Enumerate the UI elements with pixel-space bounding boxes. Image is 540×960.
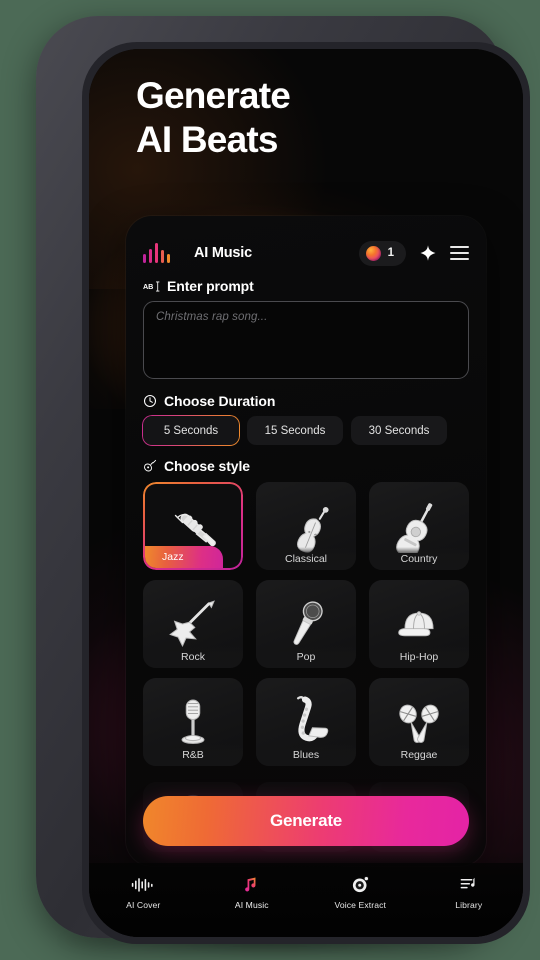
waveform-icon <box>131 875 155 894</box>
clock-icon <box>143 394 157 408</box>
generate-button-wrap: Generate <box>143 796 469 846</box>
header-actions: 1 <box>358 240 469 266</box>
nav-item-library-label: Library <box>455 900 483 910</box>
hero-line-1: Generate <box>136 75 291 116</box>
style-tile-country-label: Country <box>369 547 469 570</box>
style-tile-rnb-label: R&B <box>143 743 243 766</box>
style-section-label: Choose style <box>143 458 250 474</box>
text-cursor-icon: AB <box>143 280 160 293</box>
credits-badge[interactable]: 1 <box>358 240 406 266</box>
style-tile-classical-label: Classical <box>256 547 356 570</box>
duration-options: 5 Seconds 15 Seconds 30 Seconds <box>143 416 447 445</box>
nav-item-ai-music-label: AI Music <box>234 900 269 910</box>
style-tile-rnb[interactable]: R&B <box>143 678 243 766</box>
style-tile-rock-label: Rock <box>143 645 243 668</box>
hero-line-2: AI Beats <box>136 119 278 160</box>
nav-item-voice-extract-label: Voice Extract <box>334 900 386 910</box>
duration-option-5s[interactable]: 5 Seconds <box>143 416 239 445</box>
style-tile-hip-hop[interactable]: Hip-Hop <box>369 580 469 668</box>
hamburger-menu-icon[interactable] <box>450 246 469 260</box>
sparkle-icon[interactable] <box>419 244 437 262</box>
nav-item-ai-cover-label: AI Cover <box>126 900 161 910</box>
style-tile-country[interactable]: Country <box>369 482 469 570</box>
bottom-navigation: AI Cover AI Music Voice Extract Library <box>89 863 523 937</box>
style-tile-jazz-label: Jazz <box>145 546 223 568</box>
nav-item-ai-cover[interactable]: AI Cover <box>89 875 198 910</box>
style-tile-jazz[interactable]: Jazz <box>143 482 243 570</box>
style-tile-hip-hop-label: Hip-Hop <box>369 645 469 668</box>
style-tile-blues-label: Blues <box>256 743 356 766</box>
style-tile-reggae[interactable]: Reggae <box>369 678 469 766</box>
page-title: Generate AI Beats <box>136 74 476 162</box>
generate-button[interactable]: Generate <box>143 796 469 846</box>
svg-text:AB: AB <box>143 282 153 291</box>
nav-item-voice-extract[interactable]: Voice Extract <box>306 875 415 910</box>
music-note-icon <box>242 875 261 894</box>
style-tile-classical[interactable]: Classical <box>256 482 356 570</box>
duration-option-15s-label: 15 Seconds <box>264 424 326 437</box>
guitar-icon <box>143 459 157 473</box>
duration-option-30s[interactable]: 30 Seconds <box>351 416 447 445</box>
hero-heading: Generate AI Beats <box>136 74 476 162</box>
style-tile-reggae-label: Reggae <box>369 743 469 766</box>
prompt-placeholder: Christmas rap song... <box>156 311 268 323</box>
app-title: AI Music <box>193 245 252 261</box>
duration-section-label: Choose Duration <box>143 393 275 409</box>
style-tile-pop[interactable]: Pop <box>256 580 356 668</box>
nav-item-ai-music[interactable]: AI Music <box>198 875 307 910</box>
style-tile-rock[interactable]: Rock <box>143 580 243 668</box>
playlist-icon <box>459 875 478 894</box>
duration-option-15s[interactable]: 15 Seconds <box>247 416 343 445</box>
app-card: AI Music 1 AB Enter prompt Christmas rap… <box>126 216 486 866</box>
prompt-input[interactable]: Christmas rap song... <box>143 301 469 379</box>
app-header: AI Music 1 <box>143 236 469 270</box>
style-tile-blues[interactable]: Blues <box>256 678 356 766</box>
nav-item-library[interactable]: Library <box>415 875 524 910</box>
duration-label-text: Choose Duration <box>164 393 276 409</box>
screenshot-stage: Generate AI Beats AI Music 1 AB Enter pr… <box>0 0 540 960</box>
style-grid: Jazz Classical Country Rock Pop Hip-Hop … <box>143 482 469 766</box>
style-label-text: Choose style <box>164 458 250 474</box>
waveform-logo-icon <box>143 243 170 263</box>
phone-screen: Generate AI Beats AI Music 1 AB Enter pr… <box>89 49 523 937</box>
style-tile-pop-label: Pop <box>256 645 356 668</box>
duration-option-30s-label: 30 Seconds <box>368 424 430 437</box>
coin-icon <box>365 245 381 261</box>
duration-option-5s-label: 5 Seconds <box>163 424 219 437</box>
phone-frame: Generate AI Beats AI Music 1 AB Enter pr… <box>36 16 530 944</box>
credits-count: 1 <box>387 247 394 259</box>
prompt-section-label: AB Enter prompt <box>143 278 254 294</box>
prompt-label-text: Enter prompt <box>167 278 254 294</box>
vinyl-disc-icon <box>351 875 370 894</box>
